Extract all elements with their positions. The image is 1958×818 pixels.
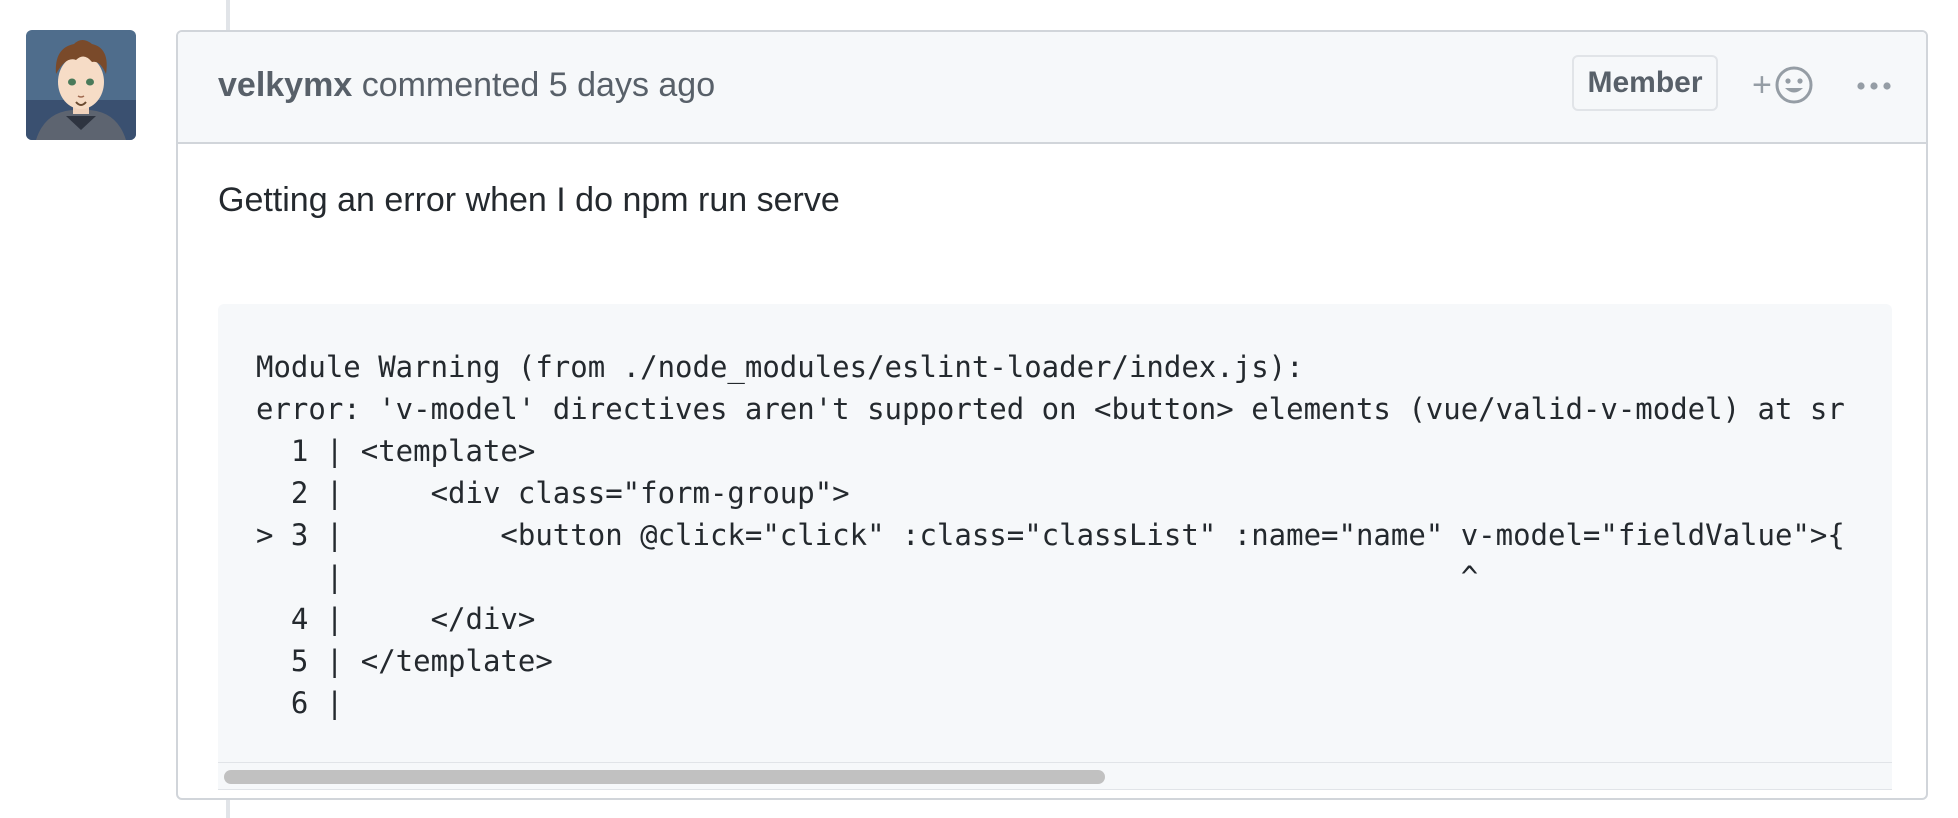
member-badge: Member: [1572, 55, 1718, 111]
comment-timestamp[interactable]: 5 days ago: [549, 66, 715, 104]
horizontal-scrollbar[interactable]: [218, 762, 1892, 790]
kebab-horizontal-icon: [1857, 82, 1891, 90]
code-line: 2 | <div class="form-group">: [256, 476, 850, 510]
plus-icon: +: [1752, 66, 1772, 104]
code-line: 5 | </template>: [256, 644, 553, 678]
smiley-icon: [1775, 66, 1813, 104]
timeline-connector-bottom: [226, 800, 230, 818]
comment-box: velkymx commented 5 days ago Member + Ge…: [176, 30, 1928, 800]
timeline-connector-top: [226, 0, 230, 30]
code-line: 6 |: [256, 686, 344, 720]
code-line: > 3 | <button @click="click" :class="cla…: [256, 518, 1845, 552]
author-link[interactable]: velkymx: [218, 66, 352, 104]
more-options-button[interactable]: [1854, 72, 1894, 100]
avatar[interactable]: [26, 30, 136, 140]
comment-header: velkymx commented 5 days ago Member +: [178, 32, 1926, 144]
code-line: error: 'v-model' directives aren't suppo…: [256, 392, 1845, 426]
avatar-image: [26, 30, 136, 140]
comment-meta: velkymx commented 5 days ago: [218, 65, 715, 105]
code-line: Module Warning (from ./node_modules/esli…: [256, 350, 1304, 384]
add-reaction-button[interactable]: +: [1752, 61, 1828, 109]
issue-timeline: velkymx commented 5 days ago Member + Ge…: [0, 0, 1958, 818]
code-content: Module Warning (from ./node_modules/esli…: [256, 346, 1845, 724]
comment-action: commented: [361, 66, 540, 104]
code-line: | ^: [256, 560, 1479, 594]
scrollbar-thumb[interactable]: [224, 770, 1105, 784]
code-line: 4 | </div>: [256, 602, 536, 636]
comment-text: Getting an error when I do npm run serve: [218, 181, 840, 219]
code-block: Module Warning (from ./node_modules/esli…: [218, 304, 1892, 790]
comment-body: Getting an error when I do npm run serve…: [218, 144, 1892, 798]
code-line: 1 | <template>: [256, 434, 536, 468]
